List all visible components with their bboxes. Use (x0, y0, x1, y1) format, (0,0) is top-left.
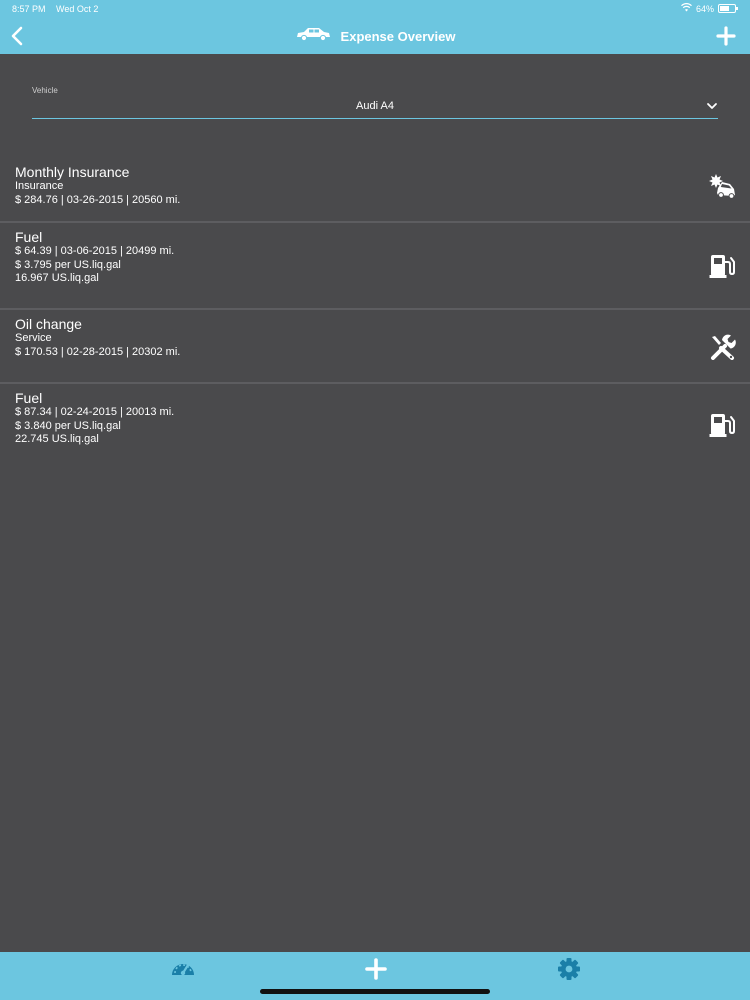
fuel-pump-icon (709, 414, 735, 437)
gear-icon (558, 958, 580, 980)
expense-item[interactable]: Fuel $ 87.34 | 02-24-2015 | 20013 mi. $ … (0, 384, 750, 471)
expense-detail: $ 170.53 | 02-28-2015 | 20302 mi. (15, 345, 181, 358)
car-crash-icon (709, 174, 735, 199)
expense-title: Monthly Insurance (15, 164, 130, 180)
expense-title: Fuel (15, 229, 43, 245)
battery-tip (736, 7, 738, 10)
dashboard-icon (172, 963, 194, 976)
car-icon (295, 26, 331, 47)
wifi-icon (681, 3, 692, 14)
expense-category: Service (15, 332, 52, 344)
expense-title: Oil change (15, 316, 82, 332)
expense-price: $ 3.795 per US.liq.gal (15, 258, 121, 271)
home-indicator (260, 989, 490, 994)
expense-item[interactable]: Monthly Insurance Insurance $ 284.76 | 0… (0, 158, 750, 223)
expense-category: Insurance (15, 180, 64, 192)
navigation-bar: Expense Overview (0, 18, 750, 54)
tools-icon (711, 334, 736, 360)
expense-list: Monthly Insurance Insurance $ 284.76 | 0… (0, 158, 750, 471)
chevron-down-icon (707, 103, 717, 109)
fuel-pump-icon (709, 255, 735, 278)
battery-percent: 64% (695, 3, 714, 14)
expense-item[interactable]: Oil change Service $ 170.53 | 02-28-2015… (0, 310, 750, 384)
expense-item[interactable]: Fuel $ 64.39 | 03-06-2015 | 20499 mi. $ … (0, 223, 750, 310)
add-expense-button[interactable] (714, 24, 738, 48)
tab-settings[interactable] (556, 956, 582, 982)
expense-volume: 22.745 US.liq.gal (15, 433, 99, 445)
plus-icon (716, 26, 736, 46)
vehicle-label: Vehicle (32, 86, 58, 95)
status-bar: 8:57 PM Wed Oct 2 64% (0, 0, 750, 18)
tab-add[interactable] (363, 956, 389, 982)
battery-fill (720, 6, 729, 11)
nav-title-group: Expense Overview (0, 26, 750, 47)
top-bar: 8:57 PM Wed Oct 2 64% Expense Overview (0, 0, 750, 54)
expense-title: Fuel (15, 390, 43, 406)
page-title: Expense Overview (340, 29, 456, 44)
expense-volume: 16.967 US.liq.gal (15, 272, 99, 284)
expense-price: $ 3.840 per US.liq.gal (15, 419, 121, 432)
vehicle-selector[interactable]: Vehicle Audi A4 (32, 86, 718, 119)
expense-overview-screen: 8:57 PM Wed Oct 2 64% Expense Overview V… (0, 0, 750, 1000)
expense-detail: $ 64.39 | 03-06-2015 | 20499 mi. (15, 245, 175, 257)
status-time: 8:57 PM (12, 4, 46, 14)
plus-icon (365, 958, 387, 980)
expense-detail: $ 284.76 | 03-26-2015 | 20560 mi. (15, 193, 181, 206)
battery-icon (718, 4, 738, 13)
status-date: Wed Oct 2 (56, 4, 99, 14)
expense-detail: $ 87.34 | 02-24-2015 | 20013 mi. (15, 406, 175, 418)
tab-dashboard[interactable] (170, 956, 196, 982)
status-right: 64% (681, 3, 738, 14)
vehicle-value: Audi A4 (356, 100, 394, 112)
